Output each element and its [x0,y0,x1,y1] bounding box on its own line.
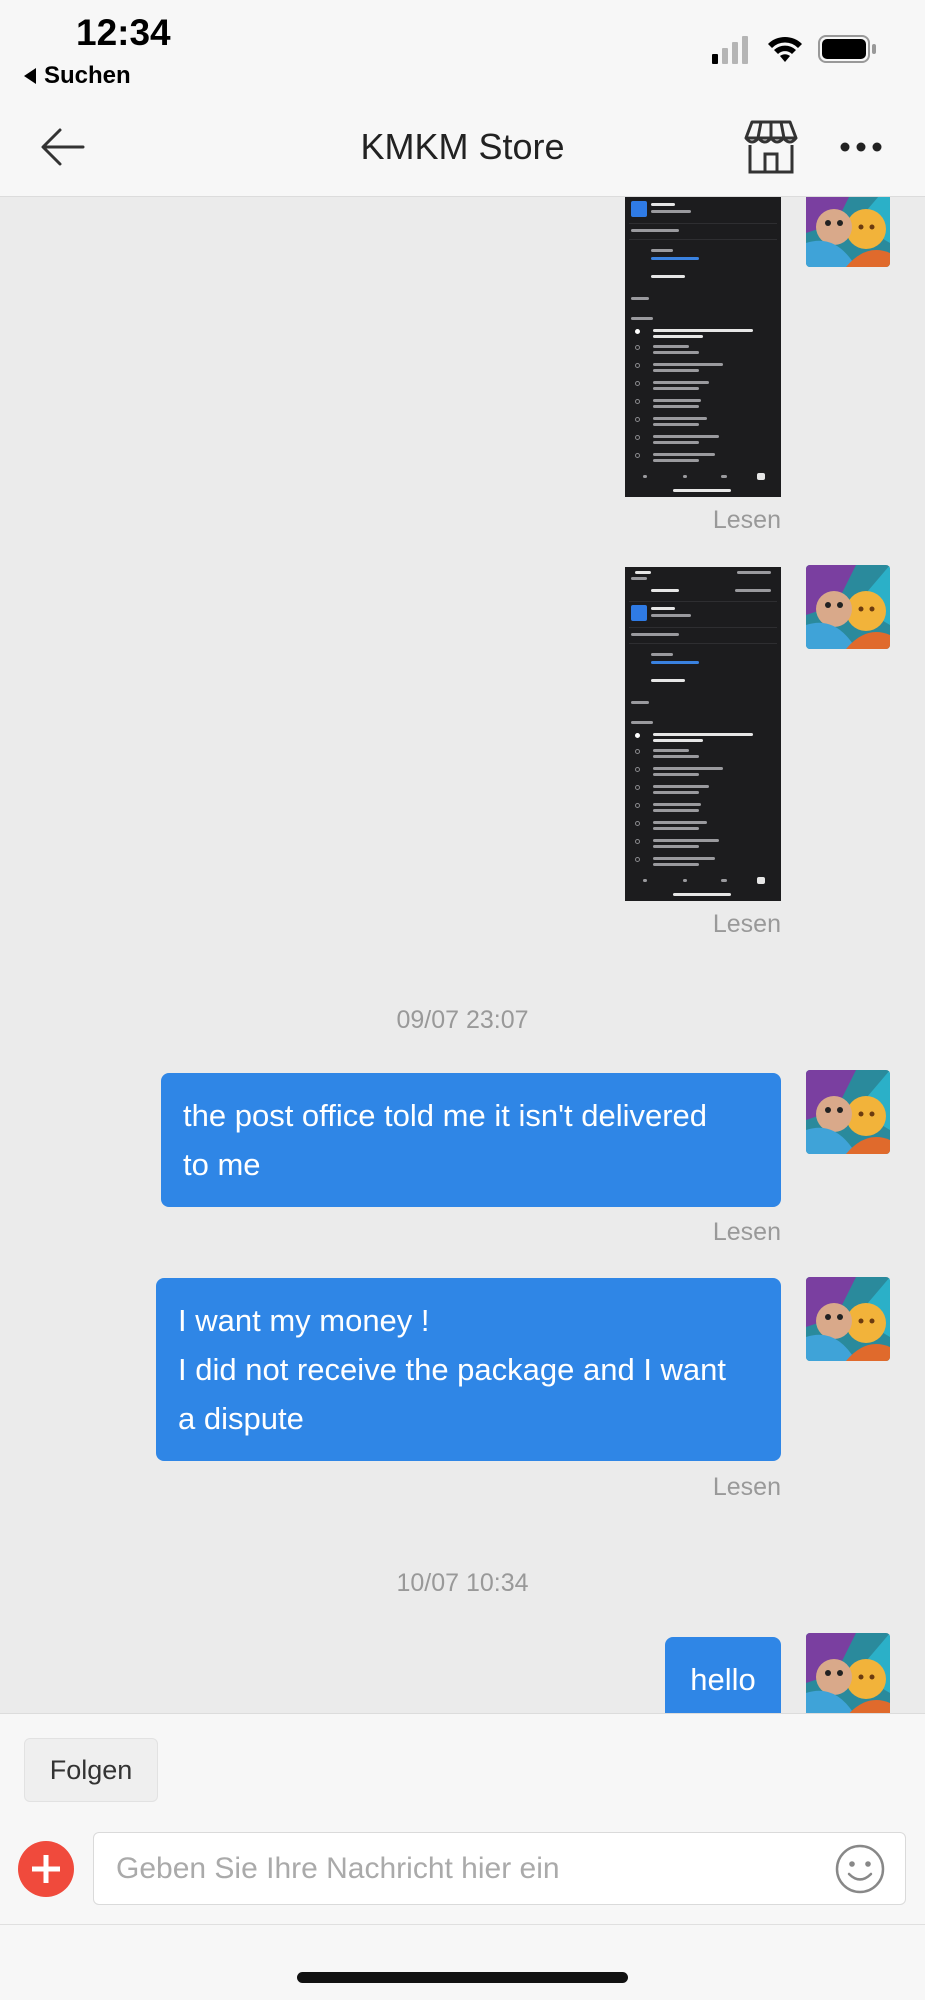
read-status: Lesen [712,1218,781,1246]
avatar[interactable] [806,1277,890,1361]
message-input-container[interactable] [93,1832,906,1905]
back-to-app-link[interactable]: Suchen [24,62,131,90]
status-time: 12:34 [76,12,171,53]
tracking-screenshot-image[interactable] [625,197,781,497]
follow-button[interactable]: Folgen [24,1738,158,1802]
battery-icon [818,35,876,63]
back-app-label: Suchen [44,62,131,89]
divider [0,1924,925,1925]
message-text-line: the post office told me it isn't deliver… [183,1098,708,1133]
tracking-screenshot-image[interactable] [625,567,781,901]
message-timestamp: 10/07 10:34 [396,1569,529,1597]
status-bar: 12:34 Suchen [0,0,925,100]
emoji-icon[interactable] [834,1843,886,1895]
read-status: Lesen [712,910,781,938]
avatar[interactable] [806,197,890,267]
more-icon[interactable] [838,140,884,154]
avatar[interactable] [806,1633,890,1713]
read-status: Lesen [712,506,781,534]
message-text-line: I want my money ! [178,1303,430,1338]
message-bubble[interactable]: hello [665,1637,781,1713]
read-status: Lesen [712,1473,781,1501]
avatar[interactable] [806,1070,890,1154]
message-bubble[interactable]: I want my money ! I did not receive the … [156,1278,781,1461]
message-text-line: I did not receive the package and I want [178,1352,727,1387]
message-text-line: to me [183,1147,261,1182]
home-indicator[interactable] [297,1972,628,1983]
back-triangle-icon [24,68,36,84]
message-text-line: hello [690,1662,756,1697]
wifi-icon [768,36,802,62]
message-list[interactable]: Lesen Lesen 09/07 23:07 the post office … [0,197,925,1713]
avatar[interactable] [806,565,890,649]
message-text-line: a dispute [178,1401,304,1436]
store-icon[interactable] [742,118,800,176]
composer-area: Folgen [0,1713,925,2000]
signal-icon [712,36,748,64]
chat-header: KMKM Store [0,100,925,197]
message-input[interactable] [116,1833,816,1904]
add-icon[interactable] [18,1841,74,1897]
message-timestamp: 09/07 23:07 [396,1006,529,1034]
message-bubble[interactable]: the post office told me it isn't deliver… [161,1073,781,1207]
